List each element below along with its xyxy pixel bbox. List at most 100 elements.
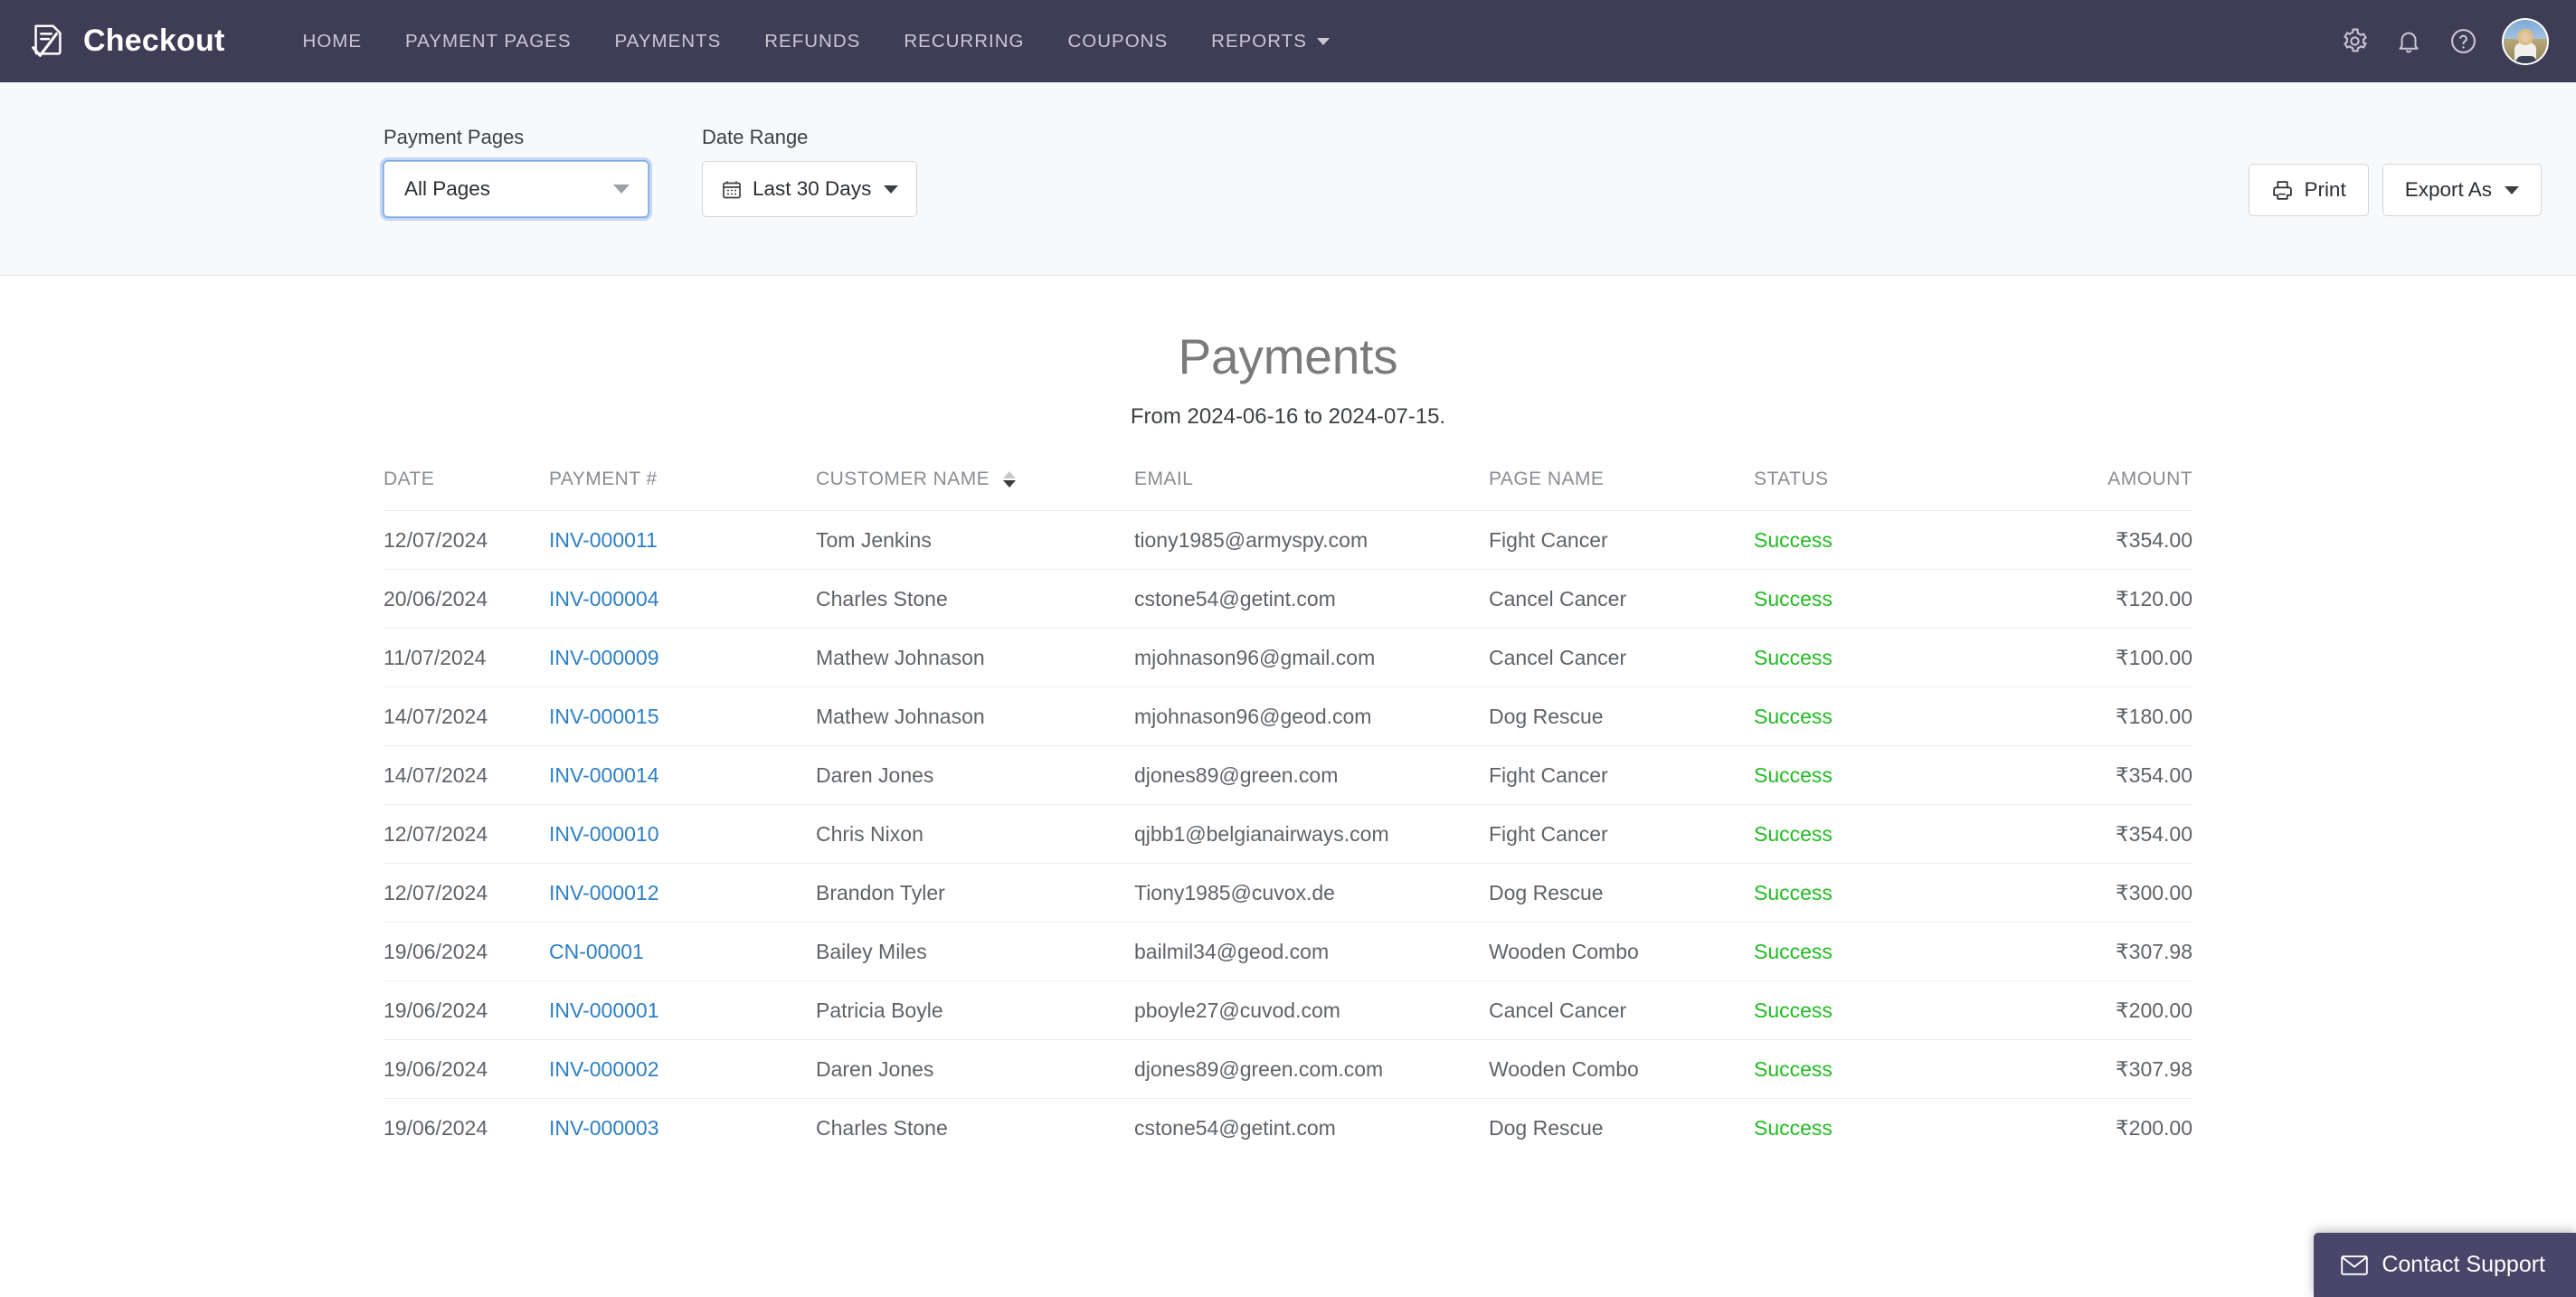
cell-pageName-text: Fight Cancer bbox=[1489, 822, 1608, 846]
cell-date: 11/07/2024 bbox=[384, 629, 549, 687]
cell-email: djones89@green.com.com bbox=[1134, 1040, 1489, 1099]
cell-date: 19/06/2024 bbox=[384, 923, 549, 981]
cell-email-text: mjohnason96@geod.com bbox=[1134, 705, 1372, 728]
payment-number-link[interactable]: INV-000004 bbox=[549, 587, 658, 611]
cell-date-text: 11/07/2024 bbox=[384, 646, 487, 669]
table-header-row: DATE PAYMENT # CUSTOMER NAME EMAIL PAGE … bbox=[384, 469, 2192, 511]
help-circle-icon[interactable] bbox=[2448, 26, 2478, 57]
nav-item-coupons[interactable]: COUPONS bbox=[1046, 22, 1190, 62]
avatar[interactable] bbox=[2502, 17, 2549, 65]
payment-number-link[interactable]: INV-000015 bbox=[549, 705, 658, 728]
payment-number-link[interactable]: INV-000011 bbox=[549, 528, 658, 552]
cell-pageName-text: Fight Cancer bbox=[1489, 528, 1608, 552]
column-header-amount: AMOUNT bbox=[2025, 469, 2192, 511]
payment-number-link[interactable]: INV-000014 bbox=[549, 763, 658, 787]
export-as-button[interactable]: Export As bbox=[2382, 164, 2542, 216]
cell-amount: ₹120.00 bbox=[2025, 570, 2192, 629]
cell-email-text: cstone54@getint.com bbox=[1134, 1116, 1336, 1140]
cell-email-text: Tiony1985@cuvox.de bbox=[1134, 881, 1335, 904]
nav-item-label: COUPONS bbox=[1067, 30, 1169, 52]
cell-status: Success bbox=[1754, 923, 2025, 981]
cell-name: Chris Nixon bbox=[816, 805, 1134, 864]
payment-number-link[interactable]: INV-000003 bbox=[549, 1116, 658, 1140]
nav-item-recurring[interactable]: RECURRING bbox=[882, 22, 1046, 62]
payment-number-link[interactable]: INV-000010 bbox=[549, 822, 658, 846]
payments-table-head: DATE PAYMENT # CUSTOMER NAME EMAIL PAGE … bbox=[384, 469, 2192, 511]
nav-item-refunds[interactable]: REFUNDS bbox=[743, 22, 882, 62]
nav-item-home[interactable]: HOME bbox=[281, 22, 384, 62]
cell-pageName: Dog Rescue bbox=[1489, 687, 1754, 746]
page-title: Payments bbox=[1178, 328, 1398, 384]
cell-date: 19/06/2024 bbox=[384, 981, 549, 1040]
cell-payment-number: INV-000010 bbox=[549, 805, 816, 864]
cell-email: cstone54@getint.com bbox=[1134, 1099, 1489, 1158]
column-header-label: CUSTOMER NAME bbox=[816, 469, 990, 489]
cell-amount: ₹300.00 bbox=[2025, 864, 2192, 923]
status-badge: Success bbox=[1754, 1057, 1833, 1081]
cell-date-text: 19/06/2024 bbox=[384, 940, 488, 963]
print-button[interactable]: Print bbox=[2249, 164, 2369, 216]
brand-logo-link[interactable]: Checkout bbox=[27, 21, 225, 62]
date-range-select[interactable]: Last 30 Days bbox=[702, 161, 918, 217]
table-row: 12/07/2024 INV-000012 Brandon Tyler Tiony19… bbox=[384, 863, 2192, 923]
cell-name: Tom Jenkins bbox=[816, 511, 1134, 570]
cell-payment-number: CN-00001 bbox=[549, 923, 816, 981]
cell-name: Daren Jones bbox=[816, 1040, 1134, 1099]
cell-name-text: Mathew Johnason bbox=[816, 646, 985, 669]
cell-pageName: Wooden Combo bbox=[1489, 923, 1754, 981]
nav-item-reports[interactable]: REPORTS bbox=[1189, 22, 1351, 62]
column-header-label: DATE bbox=[384, 469, 435, 489]
cell-payment-number: INV-000001 bbox=[549, 981, 816, 1040]
payment-number-link[interactable]: INV-000012 bbox=[549, 881, 658, 904]
nav-item-payments[interactable]: PAYMENTS bbox=[593, 22, 743, 62]
payment-pages-select[interactable]: All Pages bbox=[383, 160, 649, 218]
table-row: 19/06/2024 INV-000003 Charles Stone cstone5… bbox=[384, 1098, 2192, 1158]
date-range-value: Last 30 Days bbox=[753, 177, 872, 200]
cell-pageName-text: Wooden Combo bbox=[1489, 1057, 1639, 1081]
cell-name-text: Mathew Johnason bbox=[816, 705, 985, 728]
cell-email-text: bailmil34@geod.com bbox=[1134, 940, 1330, 963]
cell-email-text: cstone54@getint.com bbox=[1134, 587, 1336, 611]
payment-number-link[interactable]: INV-000001 bbox=[549, 999, 658, 1022]
cell-email: qjbb1@belgianairways.com bbox=[1134, 805, 1489, 864]
sort-toggle-icon[interactable] bbox=[1003, 471, 1017, 488]
cell-payment-number: INV-000009 bbox=[549, 629, 816, 687]
payments-table: DATE PAYMENT # CUSTOMER NAME EMAIL PAGE … bbox=[384, 469, 2192, 1157]
payment-number-link[interactable]: INV-000009 bbox=[549, 646, 658, 669]
cell-date: 12/07/2024 bbox=[384, 511, 549, 570]
cell-pageName: Fight Cancer bbox=[1489, 746, 1754, 805]
cell-amount: ₹354.00 bbox=[2025, 805, 2192, 864]
cell-name-text: Bailey Miles bbox=[816, 940, 927, 963]
nav-item-label: HOME bbox=[302, 30, 363, 52]
cell-date-text: 20/06/2024 bbox=[384, 587, 488, 611]
gear-icon[interactable] bbox=[2339, 26, 2370, 57]
envelope-icon bbox=[2341, 1254, 2369, 1275]
bell-icon[interactable] bbox=[2393, 26, 2424, 57]
status-badge: Success bbox=[1754, 940, 1833, 963]
navbar-actions bbox=[2339, 0, 2549, 82]
column-header-customer-name[interactable]: CUSTOMER NAME bbox=[816, 469, 1134, 511]
cell-pageName-text: Cancel Cancer bbox=[1489, 587, 1627, 611]
brand-name: Checkout bbox=[83, 24, 225, 58]
payment-number-link[interactable]: INV-000002 bbox=[549, 1057, 658, 1081]
cell-status: Success bbox=[1754, 629, 2025, 687]
status-badge: Success bbox=[1754, 1116, 1833, 1140]
contact-support-button[interactable]: Contact Support bbox=[2314, 1233, 2576, 1297]
cell-payment-number: INV-000011 bbox=[549, 511, 816, 570]
cell-amount-text: ₹307.98 bbox=[2116, 1057, 2192, 1081]
cell-date: 12/07/2024 bbox=[384, 805, 549, 864]
table-row: 19/06/2024 INV-000002 Daren Jones djones89@… bbox=[384, 1039, 2192, 1099]
cell-date-text: 19/06/2024 bbox=[384, 999, 488, 1022]
cell-email: Tiony1985@cuvox.de bbox=[1134, 864, 1489, 923]
column-header-label: STATUS bbox=[1754, 469, 1829, 489]
cell-amount-text: ₹200.00 bbox=[2116, 1116, 2192, 1140]
nav-item-payment-pages[interactable]: PAYMENT PAGES bbox=[384, 22, 593, 62]
table-row: 20/06/2024 INV-000004 Charles Stone cstone5… bbox=[384, 569, 2192, 629]
cell-amount-text: ₹307.98 bbox=[2116, 940, 2192, 963]
cell-email: tiony1985@armyspy.com bbox=[1134, 511, 1489, 570]
cell-email: pboyle27@cuvod.com bbox=[1134, 981, 1489, 1040]
cell-amount: ₹354.00 bbox=[2025, 511, 2192, 570]
payments-table-container: DATE PAYMENT # CUSTOMER NAME EMAIL PAGE … bbox=[384, 469, 2192, 1157]
cell-name-text: Chris Nixon bbox=[816, 822, 923, 846]
payment-number-link[interactable]: CN-00001 bbox=[549, 940, 644, 963]
